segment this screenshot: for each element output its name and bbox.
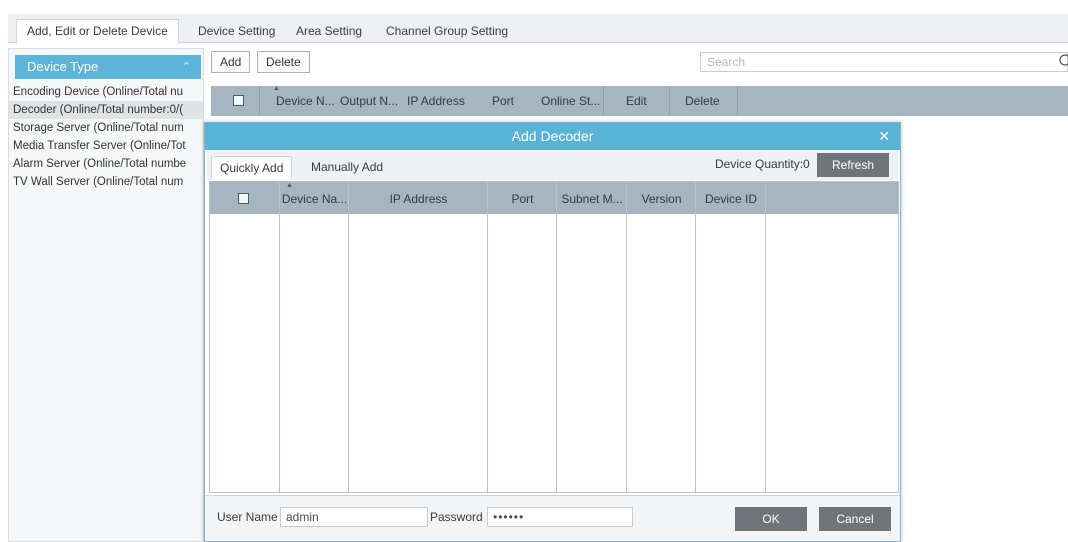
ok-button[interactable]: OK	[735, 507, 807, 531]
tab-device-setting[interactable]: Device Setting	[188, 20, 285, 43]
column-port[interactable]: Port	[492, 86, 514, 116]
username-label: User Name	[217, 510, 278, 524]
refresh-button[interactable]: Refresh	[817, 153, 889, 177]
select-all-checkbox[interactable]	[233, 95, 244, 106]
column-edit[interactable]: Edit	[626, 86, 647, 116]
close-icon[interactable]: ✕	[878, 123, 890, 150]
username-input[interactable]: admin	[280, 507, 428, 527]
cancel-button[interactable]: Cancel	[819, 507, 891, 531]
search-input[interactable]: Search	[700, 52, 1068, 72]
sort-caret-icon: ▲	[273, 85, 280, 92]
device-type-item-tv-wall-server[interactable]: TV Wall Server (Online/Total num	[9, 173, 203, 191]
column-version[interactable]: Version	[627, 182, 696, 214]
password-label: Password	[430, 510, 483, 524]
dialog-title-bar: Add Decoder ✕	[205, 123, 900, 150]
device-type-header[interactable]: Device Type ⌃	[15, 55, 201, 79]
device-type-title: Device Type	[27, 59, 99, 74]
tab-quickly-add[interactable]: Quickly Add	[211, 156, 293, 180]
column-ip-address[interactable]: IP Address	[349, 182, 488, 214]
device-table-header: Device N... ▲ Output N... IP Address Por…	[211, 85, 1068, 116]
device-quantity-label: Device Quantity:0	[715, 157, 810, 171]
decoder-search-table: ▲ Device Na... IP Address Port Subnet M.…	[209, 181, 899, 493]
search-icon[interactable]	[1058, 53, 1068, 69]
column-device-name[interactable]: Device Na...	[280, 182, 349, 214]
delete-button[interactable]: Delete	[257, 51, 310, 73]
column-delete[interactable]: Delete	[685, 86, 720, 116]
dialog-title: Add Decoder	[511, 128, 594, 144]
column-device-id[interactable]: Device ID	[696, 182, 766, 214]
column-device-name[interactable]: Device N...	[276, 86, 335, 116]
device-type-item-storage-server[interactable]: Storage Server (Online/Total num	[9, 119, 203, 137]
decoder-table-header: ▲ Device Na... IP Address Port Subnet M.…	[210, 182, 898, 214]
tab-area-setting[interactable]: Area Setting	[286, 20, 372, 43]
column-subnet-mask[interactable]: Subnet M...	[557, 182, 627, 214]
column-ip-address[interactable]: IP Address	[407, 86, 465, 116]
device-type-item-media-transfer-server[interactable]: Media Transfer Server (Online/Tot	[9, 137, 203, 155]
top-tab-bar: Add, Edit or Delete Device Device Settin…	[8, 14, 1068, 44]
device-type-item-encoding[interactable]: Encoding Device (Online/Total nu	[9, 83, 203, 101]
device-type-item-decoder[interactable]: Decoder (Online/Total number:0/(	[9, 101, 203, 119]
column-output-number[interactable]: Output N...	[340, 86, 398, 116]
device-type-item-alarm-server[interactable]: Alarm Server (Online/Total numbe	[9, 155, 203, 173]
chevron-up-icon[interactable]: ⌃	[182, 55, 191, 79]
tab-manually-add[interactable]: Manually Add	[303, 156, 391, 180]
device-type-panel: Device Type ⌃ Encoding Device (Online/To…	[8, 48, 204, 542]
password-input[interactable]: ••••••	[487, 507, 633, 527]
add-button[interactable]: Add	[211, 51, 251, 73]
dialog-footer: User Name admin Password •••••• OK Cance…	[205, 495, 900, 541]
column-port[interactable]: Port	[488, 182, 557, 214]
add-decoder-dialog: Add Decoder ✕ Quickly Add Manually Add D…	[204, 122, 901, 542]
column-online-status[interactable]: Online St...	[541, 86, 600, 116]
tab-channel-group-setting[interactable]: Channel Group Setting	[376, 20, 518, 43]
select-all-checkbox[interactable]	[238, 193, 249, 204]
tab-add-edit-delete-device[interactable]: Add, Edit or Delete Device	[16, 19, 179, 44]
